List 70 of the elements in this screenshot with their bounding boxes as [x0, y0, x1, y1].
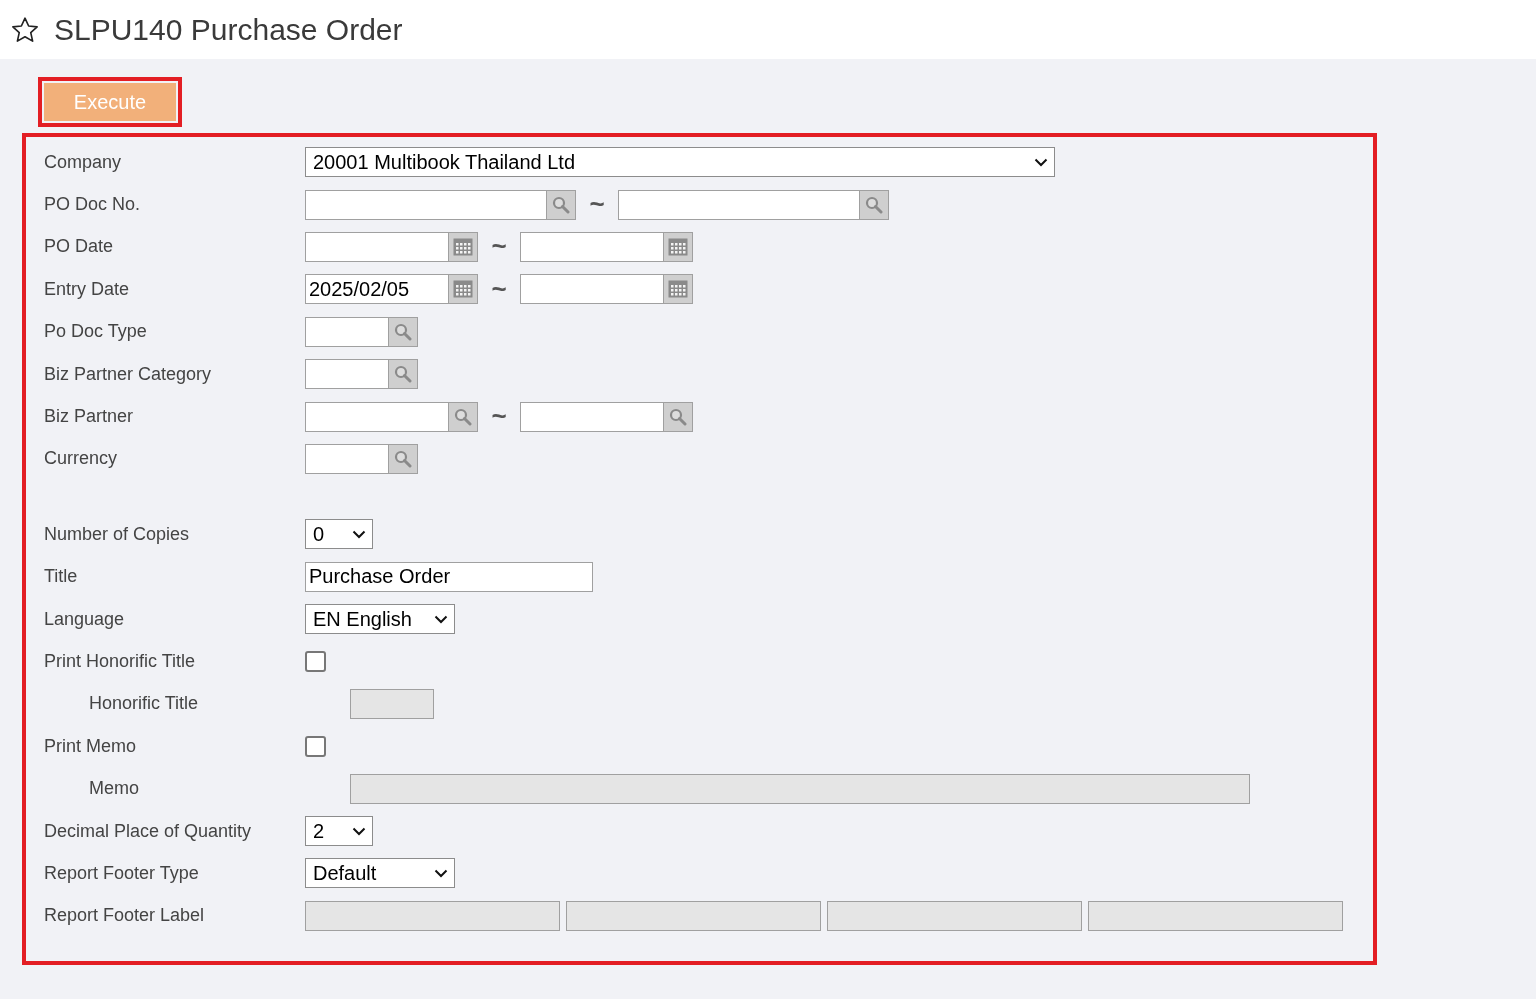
- page-title: SLPU140 Purchase Order: [54, 12, 403, 47]
- field-label: Number of Copies: [44, 523, 191, 545]
- field-label: Company: [44, 151, 123, 173]
- calendar-icon: [668, 237, 688, 256]
- calendar-button[interactable]: [664, 274, 693, 305]
- search-icon: [394, 365, 412, 384]
- star-icon[interactable]: [10, 14, 40, 45]
- input-field[interactable]: [305, 189, 547, 220]
- field-label: Biz Partner: [44, 406, 135, 428]
- search-button[interactable]: [389, 359, 418, 390]
- range-separator: ~: [490, 401, 508, 433]
- field-label: Currency: [44, 448, 119, 470]
- range-separator: ~: [490, 231, 508, 263]
- chevron-down-icon: [1034, 157, 1048, 167]
- field-label: Memo: [88, 778, 140, 800]
- input-field[interactable]: [305, 316, 389, 347]
- input-field[interactable]: [618, 189, 860, 220]
- field-label: Language: [44, 608, 126, 630]
- range-separator: ~: [588, 189, 606, 221]
- field-label: Print Honorific Title: [44, 651, 197, 672]
- chevron-down-icon: [352, 529, 366, 539]
- field-label: Entry Date: [44, 278, 131, 300]
- search-icon: [394, 322, 412, 341]
- calendar-button[interactable]: [664, 231, 693, 262]
- field-label: PO Doc No.: [44, 194, 142, 216]
- calendar-icon: [453, 280, 473, 299]
- search-icon: [552, 195, 570, 214]
- search-button[interactable]: [860, 189, 889, 220]
- chevron-down-icon: [434, 614, 448, 624]
- calendar-icon: [668, 280, 688, 299]
- input-field[interactable]: [520, 401, 664, 432]
- field-label: PO Date: [44, 236, 115, 258]
- chevron-down-icon: [434, 868, 448, 878]
- search-button[interactable]: [664, 401, 693, 432]
- field-label: Report Footer Type: [44, 862, 200, 884]
- input-field[interactable]: [520, 231, 664, 262]
- search-icon: [394, 449, 412, 468]
- title-input[interactable]: Purchase Order: [305, 561, 593, 592]
- dropdown[interactable]: 0: [305, 519, 373, 550]
- dropdown[interactable]: EN English: [305, 604, 455, 635]
- calendar-button[interactable]: [449, 274, 478, 305]
- field-label: Honorific Title: [88, 693, 200, 715]
- chevron-down-icon: [352, 826, 366, 836]
- checkbox[interactable]: [305, 651, 326, 672]
- input-field[interactable]: [305, 359, 389, 390]
- input-field[interactable]: [305, 443, 389, 474]
- input-field[interactable]: [305, 401, 449, 432]
- field-label: Biz Partner Category: [44, 363, 213, 385]
- search-icon: [454, 407, 472, 426]
- search-button[interactable]: [389, 443, 418, 474]
- field-label: Report Footer Label: [44, 905, 206, 927]
- dropdown[interactable]: Default: [305, 858, 455, 889]
- calendar-icon: [453, 237, 473, 256]
- field-label: Print Memo: [44, 735, 138, 757]
- field-label: Decimal Place of Quantity: [44, 820, 253, 842]
- dropdown[interactable]: 2: [305, 816, 373, 847]
- calendar-button[interactable]: [449, 231, 478, 262]
- search-icon: [865, 195, 883, 214]
- search-button[interactable]: [389, 316, 418, 347]
- field-label: Title: [44, 566, 79, 588]
- checkbox[interactable]: [305, 735, 326, 757]
- search-button[interactable]: [547, 189, 576, 220]
- dropdown[interactable]: 20001 Multibook Thailand Ltd: [305, 147, 1055, 178]
- input-field[interactable]: [305, 231, 449, 262]
- search-button[interactable]: [449, 401, 478, 432]
- input-field[interactable]: 2025/02/05: [305, 274, 449, 305]
- search-icon: [669, 407, 687, 426]
- range-separator: ~: [490, 273, 508, 305]
- input-field[interactable]: [520, 274, 664, 305]
- field-label: Po Doc Type: [44, 321, 148, 343]
